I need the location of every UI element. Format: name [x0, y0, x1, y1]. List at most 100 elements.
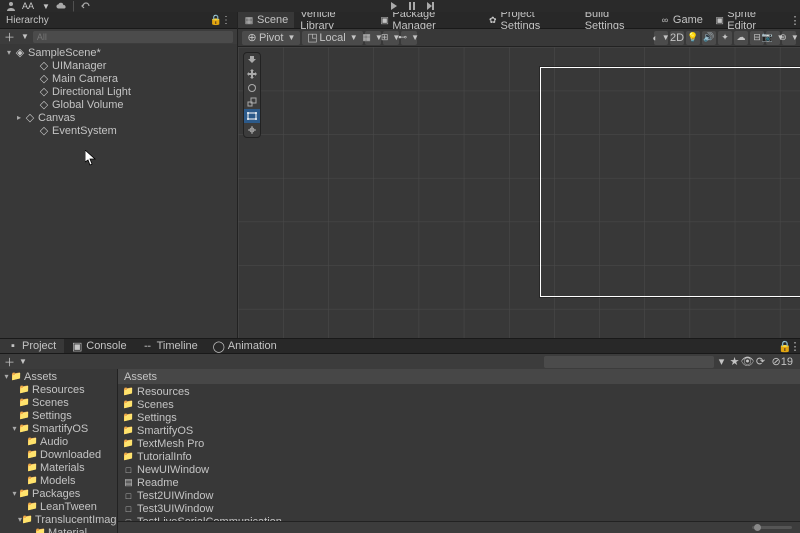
favorite-icon[interactable]: ★: [730, 357, 740, 367]
play-icon[interactable]: [389, 1, 399, 11]
sprite-icon: ▣: [715, 15, 724, 25]
add-icon[interactable]: ＋: [4, 29, 15, 45]
hierarchy-tab[interactable]: Hierarchy 🔒 ⋮: [0, 12, 237, 29]
hidden-icon[interactable]: 👁: [743, 357, 753, 367]
cloud-icon[interactable]: [56, 1, 66, 11]
panel-menu-icon[interactable]: ⋮: [221, 15, 231, 25]
move-tool[interactable]: [244, 67, 260, 81]
asset-row[interactable]: □Test2UIWindow: [118, 489, 800, 502]
lock-icon[interactable]: 🔒: [780, 341, 790, 351]
folder-row[interactable]: 📁Resources: [0, 383, 117, 396]
asset-row[interactable]: ▤Readme: [118, 476, 800, 489]
local-button[interactable]: ◳Local▼: [302, 31, 362, 45]
lock-icon[interactable]: 🔒: [211, 15, 221, 25]
cs-icon: □: [122, 465, 135, 475]
lighting-button[interactable]: 💡: [686, 31, 700, 45]
increment-snap-button[interactable]: ⊷▼: [401, 31, 417, 45]
folder-icon: 📁: [122, 399, 135, 410]
folder-row[interactable]: 📁Materials: [0, 461, 117, 474]
scene-root[interactable]: ▾◈ SampleScene*: [0, 46, 237, 59]
tab-sprite-editor[interactable]: ▣Sprite Editor: [709, 12, 790, 28]
folder-row[interactable]: ▾📁TranslucentImage: [0, 513, 117, 526]
filter-icon[interactable]: ▾: [717, 357, 727, 367]
hierarchy-item[interactable]: ▸◇Canvas: [0, 111, 237, 124]
account-dropdown-icon[interactable]: ▼: [42, 2, 50, 11]
folder-row[interactable]: 📁Downloaded: [0, 448, 117, 461]
asset-row[interactable]: 📁SmartifyOS: [118, 424, 800, 437]
scale-tool[interactable]: [244, 95, 260, 109]
asset-row[interactable]: 📁TextMesh Pro: [118, 437, 800, 450]
camera-button[interactable]: 📷▼: [766, 31, 780, 45]
hierarchy-item[interactable]: ◇EventSystem: [0, 124, 237, 137]
animation-icon: ◯: [214, 341, 224, 351]
project-search[interactable]: [544, 356, 714, 368]
folder-row[interactable]: 📁Settings: [0, 409, 117, 422]
asset-row[interactable]: □NewUIWindow: [118, 463, 800, 476]
tab-build-settings[interactable]: Build Settings: [579, 12, 654, 28]
scene-view[interactable]: [238, 47, 800, 338]
step-icon[interactable]: [425, 1, 435, 11]
canvas-outline[interactable]: [540, 67, 800, 297]
grid-snap-button[interactable]: ▦▼: [365, 31, 381, 45]
folder-row[interactable]: ▾📁Assets: [0, 370, 117, 383]
console-icon: ▣: [72, 341, 82, 351]
add-icon[interactable]: ＋: [4, 354, 15, 370]
account-label[interactable]: AA: [22, 1, 34, 11]
undo-icon[interactable]: [81, 1, 91, 11]
hierarchy-item[interactable]: ◇Main Camera: [0, 72, 237, 85]
snap-button[interactable]: ⊞▼: [383, 31, 399, 45]
tab-project-settings[interactable]: ✿Project Settings: [482, 12, 579, 28]
transform-tool[interactable]: [244, 123, 260, 137]
tab-timeline[interactable]: ╌Timeline: [135, 339, 206, 353]
rotate-tool[interactable]: [244, 81, 260, 95]
hierarchy-item[interactable]: ◇UIManager: [0, 59, 237, 72]
hierarchy-item[interactable]: ◇Directional Light: [0, 85, 237, 98]
fx-button[interactable]: ✦: [718, 31, 732, 45]
folder-icon: 📁: [122, 386, 135, 397]
asset-row[interactable]: 📁Scenes: [118, 398, 800, 411]
folder-row[interactable]: 📁Models: [0, 474, 117, 487]
pause-icon[interactable]: [407, 1, 417, 11]
pivot-button[interactable]: ⊕Pivot▼: [242, 31, 300, 45]
hierarchy-item[interactable]: ◇Global Volume: [0, 98, 237, 111]
folder-icon: 📁: [19, 488, 30, 499]
scene-toolbar: ⊕Pivot▼ ◳Local▼ ▦▼ ⊞▼ ⊷▼ ◐▼ 2D 💡 🔊 ✦ ☁ ⊟…: [238, 29, 800, 47]
thumbnail-size-slider[interactable]: [752, 526, 792, 529]
hierarchy-search[interactable]: [33, 31, 233, 43]
folder-row[interactable]: 📁Scenes: [0, 396, 117, 409]
folder-row[interactable]: 📁Audio: [0, 435, 117, 448]
tab-scene[interactable]: ▦Scene: [238, 12, 294, 28]
asset-row[interactable]: 📁TutorialInfo: [118, 450, 800, 463]
tab-package-manager[interactable]: ▣Package Manager: [374, 12, 482, 28]
folder-row[interactable]: ▾📁Packages: [0, 487, 117, 500]
asset-row[interactable]: □Test3UIWindow: [118, 502, 800, 515]
folder-row[interactable]: 📁Material: [0, 526, 117, 533]
tab-game[interactable]: ∞Game: [654, 12, 709, 28]
tab-console[interactable]: ▣Console: [64, 339, 134, 353]
folder-row[interactable]: 📁LeanTween: [0, 500, 117, 513]
skybox-button[interactable]: ☁: [734, 31, 748, 45]
playback-controls: [389, 1, 435, 11]
folder-row[interactable]: ▾📁SmartifyOS: [0, 422, 117, 435]
hidden-count[interactable]: ⊘19: [769, 357, 796, 367]
tab-animation[interactable]: ◯Animation: [206, 339, 285, 353]
draw-mode-button[interactable]: ◐▼: [654, 31, 668, 45]
view-tool[interactable]: [244, 53, 260, 67]
folder-icon: 📁: [19, 410, 30, 421]
gameobject-icon: ◇: [38, 124, 50, 137]
local-icon: ◳: [307, 33, 317, 43]
tab-vehicle-library[interactable]: Vehicle Library: [294, 12, 374, 28]
gizmo-toggle-button[interactable]: ⊛▼: [782, 31, 796, 45]
asset-row[interactable]: 📁Resources: [118, 385, 800, 398]
asset-row[interactable]: 📁Settings: [118, 411, 800, 424]
account-icon[interactable]: [6, 1, 16, 11]
audio-button[interactable]: 🔊: [702, 31, 716, 45]
panel-menu-icon[interactable]: ⋮: [790, 341, 800, 351]
rect-tool[interactable]: [244, 109, 260, 123]
2d-button[interactable]: 2D: [670, 31, 684, 45]
refresh-icon[interactable]: ⟳: [756, 357, 766, 367]
panel-menu-icon[interactable]: ⋮: [790, 15, 800, 25]
folder-icon: 📁: [122, 438, 135, 449]
tab-project[interactable]: ▪Project: [0, 339, 64, 353]
asset-list: 📁Resources📁Scenes📁Settings📁SmartifyOS📁Te…: [118, 384, 800, 521]
